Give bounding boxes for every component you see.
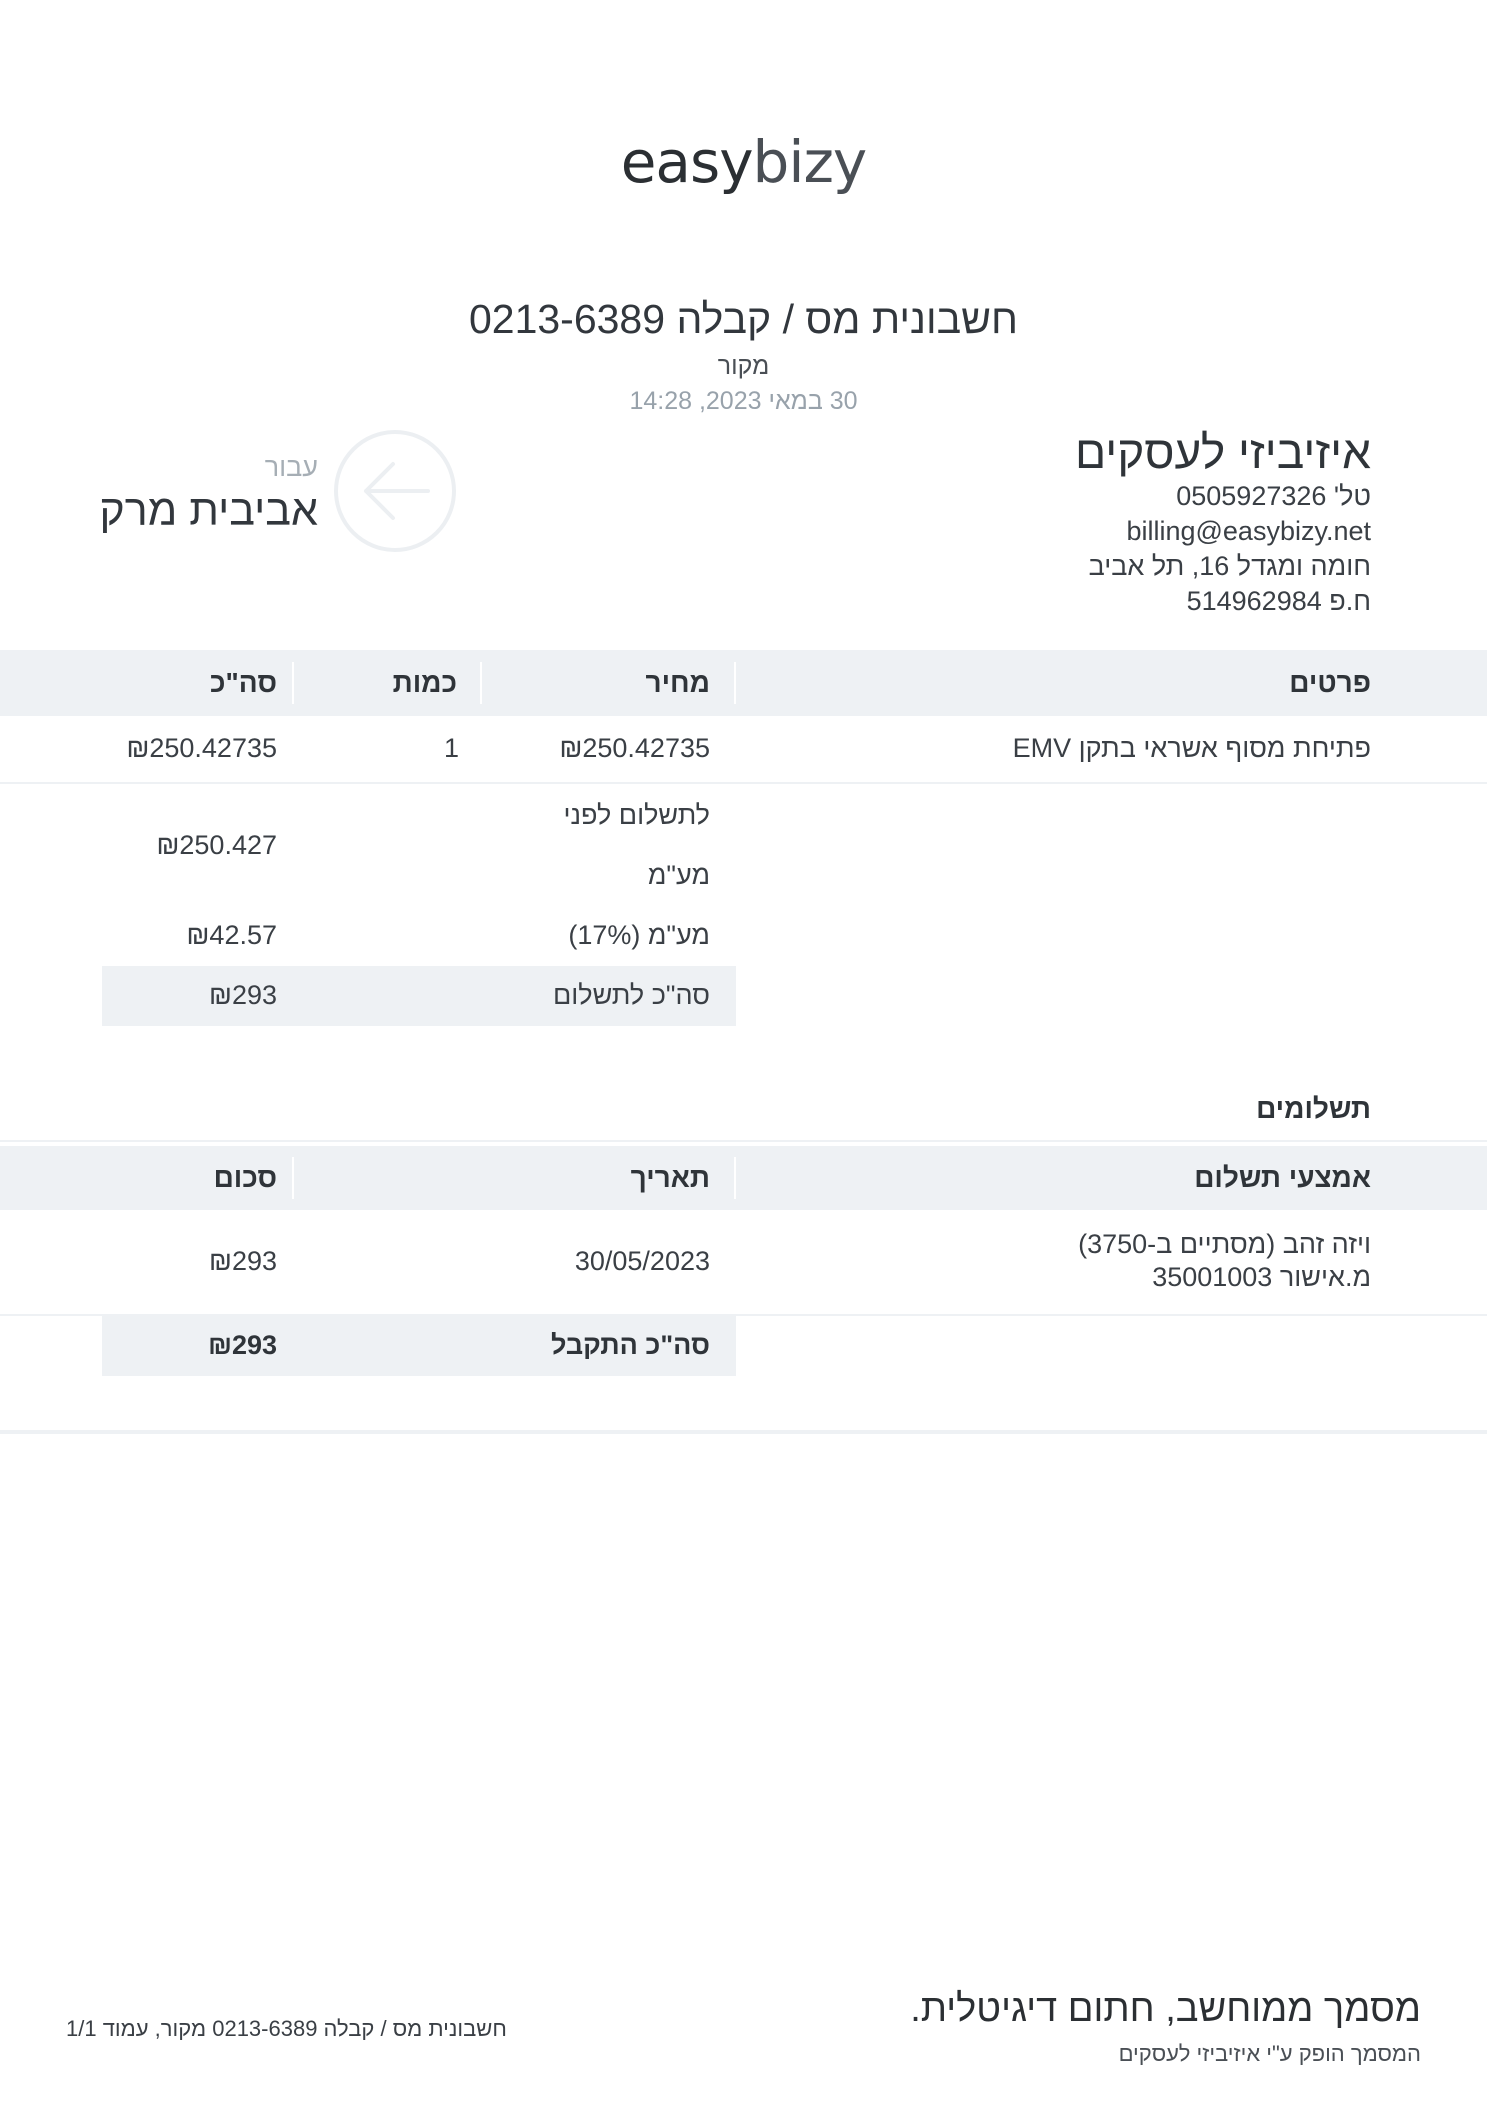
- item-total: ₪250.42735: [126, 733, 277, 763]
- total-to-pay-value: ₪293: [209, 980, 277, 1010]
- payments-table-header: אמצעי תשלום תאריך סכום: [0, 1146, 1487, 1210]
- header-payment-method: אמצעי תשלום: [1194, 1162, 1371, 1193]
- issuer-company-id: ח.פ 514962984: [1186, 586, 1371, 616]
- header-total: סה"כ: [210, 667, 277, 698]
- column-divider: [734, 1157, 736, 1199]
- arrow-left-icon: [334, 430, 456, 552]
- row-divider: [0, 782, 1487, 784]
- issuer-name: איזיביזי לעסקים: [1074, 426, 1371, 478]
- company-logo: easybizy: [0, 128, 1487, 196]
- item-details: פתיחת מסוף אשראי בתקן EMV: [1012, 733, 1371, 763]
- payment-approval-number: מ.אישור 35001003: [1152, 1262, 1371, 1292]
- section-divider: [0, 1140, 1487, 1142]
- total-received-label: סה"כ התקבל: [551, 1330, 710, 1360]
- before-vat-label-line1: לתשלום לפני: [563, 800, 710, 830]
- payments-section-title: תשלומים: [1256, 1093, 1371, 1124]
- document-title: חשבונית מס / קבלה 0213-6389: [468, 296, 1019, 342]
- document-date: 30 במאי 2023, 14:28: [629, 387, 858, 415]
- before-vat-label-line2: מע"מ: [647, 860, 710, 890]
- payment-amount: ₪293: [209, 1246, 277, 1276]
- logo-text-easy: easy: [620, 128, 754, 196]
- column-divider: [734, 662, 736, 704]
- issuer-email: billing@easybizy.net: [1126, 516, 1371, 546]
- table-row: ויזה זהב (מסתיים ב-3750) מ.אישור 3500100…: [0, 1210, 1487, 1314]
- total-to-pay-label: סה"כ לתשלום: [552, 980, 710, 1010]
- column-divider: [292, 662, 294, 704]
- issuer-block: איזיביזי לעסקים טל' 0505927326 billing@e…: [1075, 425, 1371, 619]
- section-divider: [0, 1430, 1487, 1434]
- column-divider: [480, 662, 482, 704]
- total-received-value: ₪293: [208, 1330, 277, 1360]
- vat-value: ₪42.57: [186, 920, 278, 950]
- issuer-address: חומה ומגדל 16, תל אביב: [1088, 551, 1371, 581]
- payment-date: 30/05/2023: [574, 1246, 710, 1276]
- header-payment-amount: סכום: [213, 1162, 277, 1193]
- header-price: מחיר: [645, 667, 710, 698]
- logo-text-bizy: bizy: [752, 128, 868, 196]
- payment-method: ויזה זהב (מסתיים ב-3750) מ.אישור 3500100…: [1078, 1228, 1371, 1294]
- header-details: פרטים: [1289, 667, 1371, 698]
- column-divider: [292, 1157, 294, 1199]
- item-price: ₪250.42735: [559, 733, 710, 763]
- items-table-header: פרטים מחיר כמות סה"כ: [0, 650, 1487, 716]
- payment-method-card: ויזה זהב (מסתיים ב-3750): [1078, 1229, 1371, 1259]
- header-payment-date: תאריך: [630, 1162, 710, 1193]
- issuer-phone: טל' 0505927326: [1176, 481, 1371, 511]
- document-subtitle: מקור: [717, 352, 770, 380]
- client-for-label: עבור: [264, 452, 318, 482]
- before-vat-value: ₪250.427: [156, 830, 277, 860]
- header-quantity: כמות: [392, 667, 457, 698]
- digital-signature-note: מסמך ממוחשב, חתום דיגיטלית.: [910, 1988, 1421, 2030]
- page-info: חשבונית מס / קבלה 0213-6389 מקור, עמוד 1…: [66, 2016, 507, 2041]
- client-name: אביבית מרק: [99, 487, 318, 535]
- vat-label: מע"מ (17%): [568, 920, 710, 950]
- issued-by-note: המסמך הופק ע"י איזיביזי לעסקים: [1118, 2041, 1421, 2066]
- item-quantity: 1: [443, 733, 459, 763]
- table-row: פתיחת מסוף אשראי בתקן EMV ₪250.42735 1 ₪…: [0, 716, 1487, 782]
